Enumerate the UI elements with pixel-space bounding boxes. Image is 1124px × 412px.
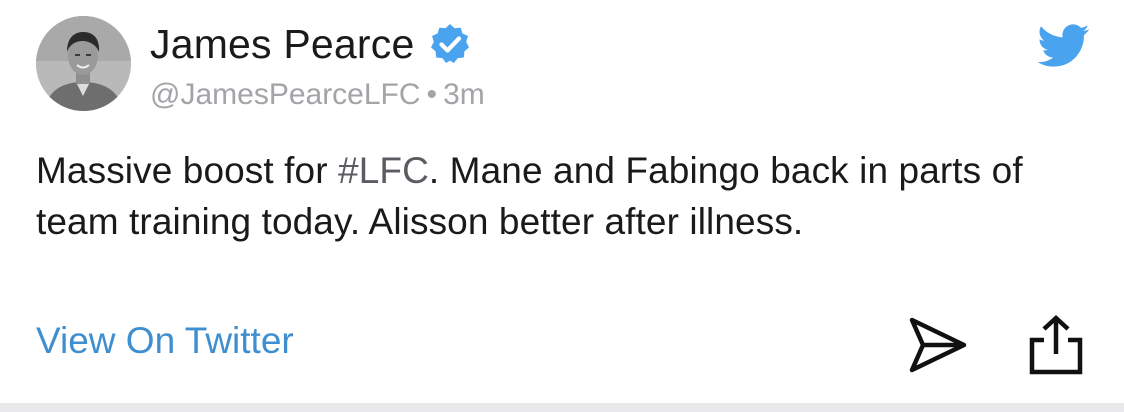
send-icon[interactable] <box>906 316 968 374</box>
twitter-bird-icon[interactable] <box>1037 24 1090 68</box>
author-handle[interactable]: @JamesPearceLFC <box>150 78 421 111</box>
card-bottom-divider <box>0 403 1124 412</box>
meta-separator: • <box>426 78 438 111</box>
hashtag-link[interactable]: #LFC <box>338 150 429 191</box>
tweet-timestamp[interactable]: 3m <box>443 78 485 111</box>
tweet-text: Massive boost for #LFC. Mane and Fabingo… <box>36 145 1096 247</box>
handle-row: @JamesPearceLFC • 3m <box>150 78 485 112</box>
author-row: James Pearce <box>150 18 472 70</box>
verified-badge-icon <box>428 22 472 66</box>
avatar[interactable] <box>36 16 131 111</box>
share-icon[interactable] <box>1028 314 1084 376</box>
author-name[interactable]: James Pearce <box>150 21 414 68</box>
avatar-image <box>36 16 131 111</box>
tweet-text-part-1: Massive boost for <box>36 150 339 191</box>
view-on-twitter-link[interactable]: View On Twitter <box>36 320 294 362</box>
tweet-card: James Pearce @JamesPearceLFC • 3m Massive … <box>0 0 1124 403</box>
